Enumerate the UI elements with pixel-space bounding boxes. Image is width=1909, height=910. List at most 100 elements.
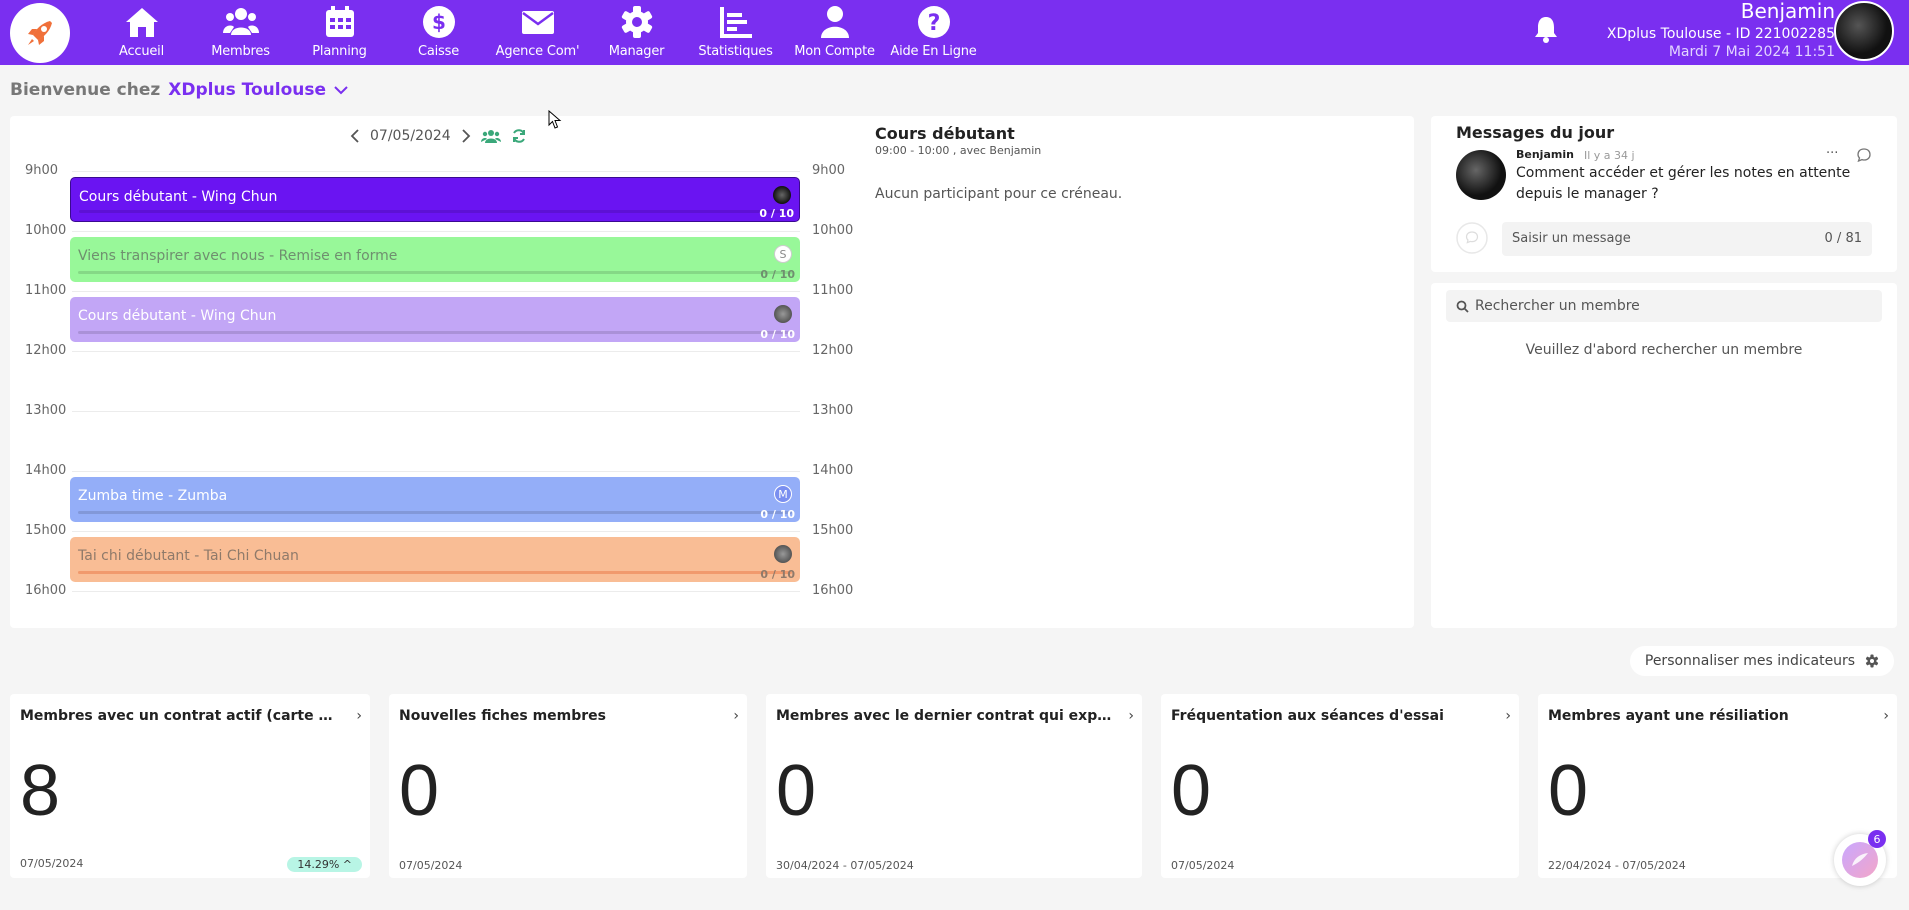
hour-label: 15h00 bbox=[812, 523, 854, 538]
calendar-event[interactable]: Cours débutant - Wing Chun 0 / 10 bbox=[70, 177, 800, 222]
reply-icon[interactable] bbox=[1857, 148, 1871, 162]
nav-item-membres[interactable]: Membres bbox=[191, 0, 290, 65]
indicator-date: 07/05/2024 bbox=[20, 857, 84, 870]
help-icon: ? bbox=[917, 6, 950, 38]
instructor-avatar bbox=[773, 186, 791, 204]
search-icon bbox=[1456, 300, 1469, 313]
mouse-cursor-icon bbox=[548, 110, 562, 129]
refresh-icon[interactable] bbox=[511, 128, 527, 144]
indicator-value: 0 bbox=[776, 751, 817, 831]
indicator-date: 30/04/2024 - 07/05/2024 bbox=[776, 859, 914, 872]
calendar-event[interactable]: Cours débutant - Wing Chun 0 / 10 bbox=[70, 297, 800, 342]
customize-label: Personnaliser mes indicateurs bbox=[1644, 653, 1856, 669]
hour-label: 9h00 bbox=[812, 163, 846, 178]
indicator-date: 22/04/2024 - 07/05/2024 bbox=[1548, 859, 1686, 872]
session-subtitle: 09:00 - 10:00 , avec Benjamin bbox=[875, 144, 1042, 157]
hour-label: 10h00 bbox=[25, 223, 67, 238]
customize-indicators-button[interactable]: Personnaliser mes indicateurs bbox=[1630, 646, 1894, 676]
gear-icon bbox=[1866, 654, 1879, 668]
indicator-card[interactable]: Fréquentation aux séances d'essai › 0 07… bbox=[1161, 694, 1519, 878]
nav-item-agence-com[interactable]: Agence Com' bbox=[488, 0, 587, 65]
hour-label: 11h00 bbox=[25, 283, 67, 298]
message-more-button[interactable]: ··· bbox=[1826, 146, 1838, 161]
chevron-right-icon[interactable] bbox=[461, 129, 471, 143]
event-count: 0 / 10 bbox=[759, 207, 794, 220]
indicator-value: 0 bbox=[1548, 751, 1589, 831]
chevron-right-icon[interactable]: › bbox=[356, 708, 362, 724]
event-count: 0 / 10 bbox=[760, 508, 795, 521]
group-icon[interactable] bbox=[480, 128, 501, 144]
calendar-date[interactable]: 07/05/2024 bbox=[370, 128, 451, 144]
user-datetime: Mardi 7 Mai 2024 11:51 bbox=[1668, 44, 1835, 60]
calendar-event[interactable]: Tai chi débutant - Tai Chi Chuan 0 / 10 bbox=[70, 537, 800, 582]
instructor-avatar bbox=[774, 305, 792, 323]
event-progress-bar bbox=[78, 271, 792, 274]
instructor-avatar: M bbox=[774, 485, 792, 503]
nav-item-planning[interactable]: Planning bbox=[290, 0, 389, 65]
event-title: Cours débutant - Wing Chun bbox=[79, 189, 278, 205]
welcome-prefix: Bienvenue chez bbox=[10, 80, 161, 100]
chevron-right-icon[interactable]: › bbox=[733, 708, 739, 724]
nav-item-statistiques[interactable]: Statistiques bbox=[686, 0, 785, 65]
calendar-event[interactable]: Viens transpirer avec nous - Remise en f… bbox=[70, 237, 800, 282]
event-progress-bar bbox=[78, 571, 792, 574]
event-title: Viens transpirer avec nous - Remise en f… bbox=[78, 248, 398, 264]
calendar-icon bbox=[325, 6, 354, 37]
participants-empty: Aucun participant pour ce créneau. bbox=[875, 186, 1123, 202]
hour-label: 9h00 bbox=[25, 163, 59, 178]
indicator-card[interactable]: Nouvelles fiches membres › 0 07/05/2024 bbox=[389, 694, 747, 878]
calendar-header: 07/05/2024 bbox=[350, 128, 527, 144]
indicator-card[interactable]: Membres avec un contrat actif (carte ou … bbox=[10, 694, 370, 878]
hour-label: 12h00 bbox=[812, 343, 854, 358]
user-info[interactable]: Benjamin XDplus Toulouse - ID 221002285 … bbox=[1607, 0, 1835, 61]
nav-label: Aide En Ligne bbox=[890, 44, 977, 59]
hour-label: 10h00 bbox=[812, 223, 854, 238]
user-name: Benjamin bbox=[1740, 0, 1835, 23]
indicator-value: 0 bbox=[399, 751, 440, 831]
home-icon bbox=[125, 8, 158, 37]
bell-icon[interactable] bbox=[1531, 14, 1561, 44]
indicator-title: Fréquentation aux séances d'essai bbox=[1171, 708, 1444, 724]
svg-text:$: $ bbox=[432, 10, 446, 34]
club-selector[interactable]: XDplus Toulouse bbox=[168, 80, 326, 100]
gear-icon bbox=[621, 6, 652, 38]
event-progress-bar bbox=[79, 210, 791, 213]
message-input-placeholder: Saisir un message bbox=[1512, 231, 1631, 246]
nav-item-mon-compte[interactable]: Mon Compte bbox=[785, 0, 884, 65]
event-title: Cours débutant - Wing Chun bbox=[78, 308, 277, 324]
message-time: Il y a 34 j bbox=[1584, 149, 1635, 162]
nav-item-aide-en-ligne[interactable]: ? Aide En Ligne bbox=[884, 0, 983, 65]
nav-item-caisse[interactable]: $ Caisse bbox=[389, 0, 488, 65]
dollar-icon: $ bbox=[422, 6, 455, 38]
message-author: Benjamin bbox=[1516, 148, 1574, 161]
chevron-right-icon[interactable]: › bbox=[1505, 708, 1511, 724]
nav-label: Statistiques bbox=[698, 44, 773, 59]
instructor-avatar: S bbox=[774, 245, 792, 263]
hour-label: 13h00 bbox=[25, 403, 67, 418]
nav-item-accueil[interactable]: Accueil bbox=[92, 0, 191, 65]
indicator-value: 8 bbox=[20, 751, 61, 831]
indicator-title: Membres ayant une résiliation bbox=[1548, 708, 1789, 724]
messages-title: Messages du jour bbox=[1456, 123, 1615, 142]
indicator-card[interactable]: Membres avec le dernier contrat qui expi… bbox=[766, 694, 1142, 878]
hour-gridline bbox=[72, 591, 800, 592]
member-search-input[interactable]: Rechercher un membre bbox=[1446, 290, 1882, 322]
hour-gridline bbox=[72, 291, 800, 292]
member-search-empty: Veuillez d'abord rechercher un membre bbox=[1525, 342, 1803, 358]
calendar-event[interactable]: Zumba time - Zumba M 0 / 10 bbox=[70, 477, 800, 522]
hour-gridline bbox=[72, 351, 800, 352]
nav-item-manager[interactable]: Manager bbox=[587, 0, 686, 65]
users-icon bbox=[222, 8, 259, 35]
event-title: Tai chi débutant - Tai Chi Chuan bbox=[78, 548, 299, 564]
chat-unread-badge: 6 bbox=[1868, 830, 1886, 848]
chevron-down-icon[interactable] bbox=[334, 85, 348, 95]
message-input[interactable]: Saisir un message 0 / 81 bbox=[1502, 222, 1872, 256]
chevron-right-icon[interactable]: › bbox=[1128, 708, 1134, 724]
hour-label: 12h00 bbox=[25, 343, 67, 358]
hour-label: 14h00 bbox=[812, 463, 854, 478]
user-avatar[interactable] bbox=[1834, 1, 1894, 61]
chevron-left-icon[interactable] bbox=[350, 129, 360, 143]
rocket-logo-icon[interactable] bbox=[10, 3, 70, 63]
member-search-placeholder: Rechercher un membre bbox=[1475, 298, 1640, 314]
chevron-right-icon[interactable]: › bbox=[1883, 708, 1889, 724]
